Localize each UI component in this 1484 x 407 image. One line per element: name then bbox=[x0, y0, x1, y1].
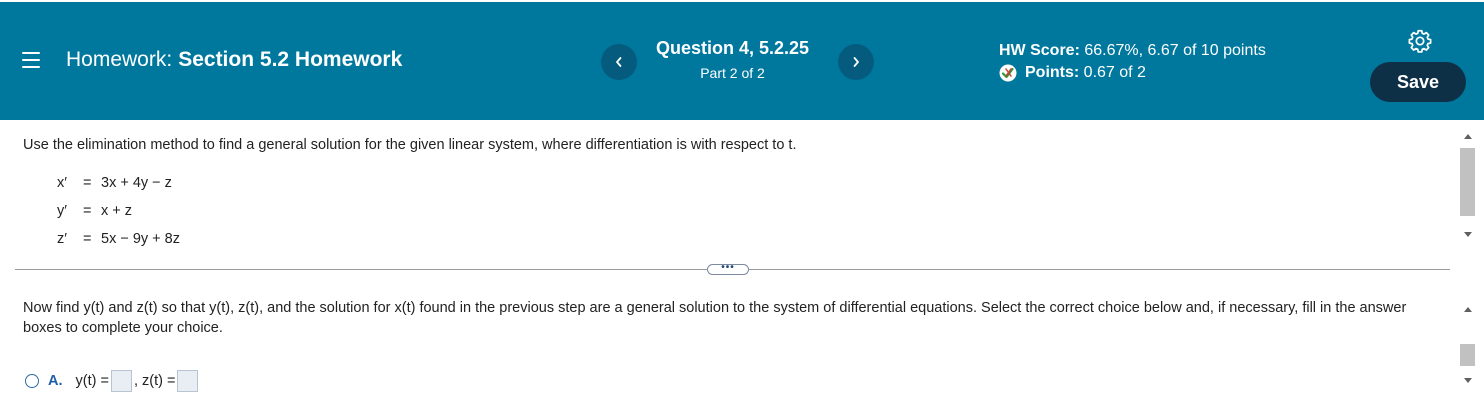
equation-row: z′ = 5x − 9y + 8z bbox=[57, 231, 180, 247]
answer-scrollbar[interactable] bbox=[1458, 300, 1480, 390]
points: Points: 0.67 of 2 bbox=[999, 64, 1146, 82]
points-value: 0.67 of 2 bbox=[1083, 64, 1146, 81]
partial-credit-icon bbox=[999, 64, 1017, 82]
separator: , bbox=[133, 373, 138, 389]
hw-score-value: 66.67%, 6.67 of 10 points bbox=[1084, 42, 1266, 59]
equation-equals: = bbox=[83, 203, 92, 219]
ellipsis-icon[interactable]: ••• bbox=[707, 262, 749, 275]
points-label: Points: bbox=[1025, 64, 1080, 81]
y-label: y(t) = bbox=[75, 373, 109, 389]
question-prompt: Use the elimination method to find a gen… bbox=[23, 137, 797, 153]
hw-score-label: HW Score: bbox=[999, 42, 1080, 59]
scroll-up-arrow[interactable] bbox=[1464, 307, 1472, 312]
equation-equals: = bbox=[83, 175, 92, 191]
homework-title: Homework: Section 5.2 Homework bbox=[66, 48, 402, 72]
choice-a[interactable]: A. y(t) = , z(t) = bbox=[25, 370, 200, 392]
equation-rhs: 5x − 9y + 8z bbox=[101, 231, 180, 247]
scroll-up-arrow[interactable] bbox=[1464, 134, 1472, 139]
previous-question-button[interactable] bbox=[601, 44, 637, 80]
hw-score: HW Score: 66.67%, 6.67 of 10 points bbox=[999, 42, 1266, 60]
equation-row: x′ = 3x + 4y − z bbox=[57, 175, 172, 191]
equation-rhs: x + z bbox=[101, 203, 133, 219]
gear-icon[interactable] bbox=[1407, 28, 1433, 54]
save-button[interactable]: Save bbox=[1370, 62, 1466, 102]
chevron-right-icon bbox=[853, 57, 859, 67]
hamburger-menu-icon[interactable] bbox=[22, 52, 40, 68]
next-question-button[interactable] bbox=[838, 44, 874, 80]
equation-lhs: z′ bbox=[57, 231, 67, 247]
homework-prefix: Homework: bbox=[66, 48, 173, 71]
scroll-thumb[interactable] bbox=[1460, 148, 1475, 216]
homework-name: Section 5.2 Homework bbox=[178, 48, 403, 71]
question-scrollbar[interactable] bbox=[1458, 128, 1480, 243]
equation-rhs: 3x + 4y − z bbox=[101, 175, 172, 191]
scroll-thumb[interactable] bbox=[1460, 344, 1475, 366]
equation-equals: = bbox=[83, 231, 92, 247]
z-answer-box[interactable] bbox=[177, 370, 199, 392]
question-title: Question 4, 5.2.25 bbox=[655, 38, 810, 58]
chevron-left-icon bbox=[616, 57, 622, 67]
equation-row: y′ = x + z bbox=[57, 203, 132, 219]
y-answer-box[interactable] bbox=[110, 370, 132, 392]
equation-lhs: x′ bbox=[57, 175, 67, 191]
question-part: Part 2 of 2 bbox=[700, 65, 765, 81]
scroll-down-arrow[interactable] bbox=[1464, 232, 1472, 237]
z-label: z(t) = bbox=[142, 373, 176, 389]
choice-a-radio[interactable] bbox=[25, 374, 39, 388]
part-instructions: Now find y(t) and z(t) so that y(t), z(t… bbox=[23, 300, 1407, 336]
scroll-down-arrow[interactable] bbox=[1464, 378, 1472, 383]
equation-lhs: y′ bbox=[57, 203, 67, 219]
choice-a-letter: A. bbox=[48, 373, 63, 389]
header-bar: Homework: Section 5.2 Homework Question 4… bbox=[0, 0, 1484, 120]
